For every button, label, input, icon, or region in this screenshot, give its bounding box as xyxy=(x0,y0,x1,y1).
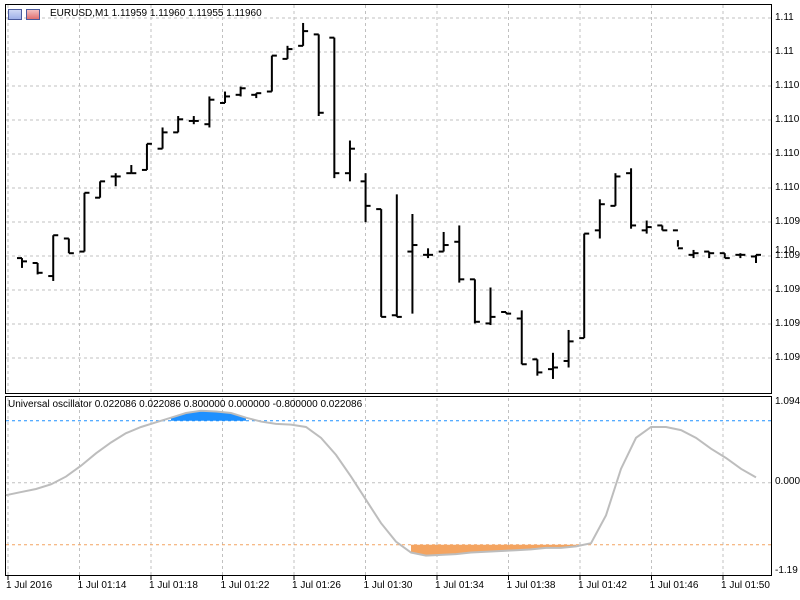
time-tick-label: 1 Jul 01:26 xyxy=(292,580,341,591)
ohlc-bar xyxy=(141,142,152,171)
oversold-fill xyxy=(411,544,576,556)
ohlc-bar xyxy=(220,91,231,104)
price-tick-label: 1.109 xyxy=(775,284,800,295)
symbol-header: EURUSD,M1 1.11959 1.11960 1.11955 1.1196… xyxy=(50,8,262,19)
ohlc-bar xyxy=(173,116,184,134)
ohlc-bar xyxy=(48,234,59,281)
ohlc-bar xyxy=(657,224,668,232)
time-tick-label: 1 Jul 01:30 xyxy=(363,580,413,591)
ohlc-bar xyxy=(251,92,262,99)
ohlc-bar xyxy=(610,173,621,207)
time-tick-label: 1 Jul 01:46 xyxy=(649,580,699,591)
ohlc-bar xyxy=(751,253,761,263)
ohlc-bar xyxy=(672,229,683,250)
ohlc-bar xyxy=(376,208,387,318)
ohlc-bar xyxy=(110,173,121,187)
time-tick-label: 1 Jul 01:18 xyxy=(149,580,198,591)
ohlc-bar xyxy=(63,237,74,255)
ohlc-bar xyxy=(688,249,699,259)
ohlc-bar xyxy=(298,22,309,47)
ohlc-bar xyxy=(423,248,434,259)
price-tick-label: 1.109 xyxy=(775,318,800,329)
ohlc-bar xyxy=(235,86,246,97)
ohlc-bar xyxy=(266,54,277,93)
oscillator-tick-label: 1.094 xyxy=(775,396,800,407)
ohlc-bar xyxy=(188,116,199,125)
time-tick-label: 1 Jul 01:22 xyxy=(220,580,270,591)
time-tick-label: 1 Jul 2016 xyxy=(6,580,53,591)
ohlc-bar xyxy=(360,173,371,223)
ohlc-bar xyxy=(501,310,512,315)
ohlc-bar xyxy=(95,180,106,199)
price-tick-label: 1.110 xyxy=(775,114,800,125)
time-tick-label: 1 Jul 01:38 xyxy=(506,580,556,591)
ohlc-bar xyxy=(594,199,605,239)
ohlc-bar xyxy=(469,278,480,324)
ohlc-bar xyxy=(563,329,574,368)
ohlc-bar xyxy=(344,140,355,182)
price-tick-label: 1.109 xyxy=(775,352,800,363)
time-tick-label: 1 Jul 01:42 xyxy=(578,580,627,591)
ohlc-bar xyxy=(579,232,590,340)
ohlc-bar xyxy=(485,287,496,326)
oscillator-tick-label: -1.19 xyxy=(775,565,798,576)
chart-canvas xyxy=(5,5,771,580)
ohlc-bar xyxy=(32,262,43,275)
ohlc-bar xyxy=(126,165,137,175)
ohlc-bar xyxy=(735,253,746,259)
ohlc-bar xyxy=(626,168,637,229)
close-icon[interactable] xyxy=(26,9,40,20)
ohlc-bar xyxy=(704,250,715,259)
table-icon[interactable] xyxy=(8,9,22,20)
price-tick-label: 1.11 xyxy=(775,46,794,57)
price-tick-label: 1.110 xyxy=(775,182,800,193)
price-tick-label: 1.11 xyxy=(775,12,794,23)
ohlc-bar xyxy=(454,225,465,283)
price-tick-label: 1.109 xyxy=(775,216,800,227)
ohlc-bar xyxy=(641,220,652,234)
ohlc-bar xyxy=(313,33,324,117)
ohlc-bar xyxy=(547,352,558,379)
time-tick-label: 1 Jul 01:14 xyxy=(77,580,127,591)
time-tick-label: 1 Jul 01:50 xyxy=(721,580,770,591)
oscillator-tick-label: 0.000 xyxy=(775,476,800,487)
time-tick-label: 1 Jul 01:34 xyxy=(435,580,484,591)
ohlc-bar xyxy=(391,194,402,318)
oscillator-header: Universal oscillator 0.022086 0.022086 0… xyxy=(8,399,363,410)
price-tick-label: 1.110 xyxy=(775,148,800,159)
ohlc-bar xyxy=(532,358,543,376)
ohlc-bar xyxy=(438,231,449,253)
price-tick-label: 1.110 xyxy=(775,80,800,91)
ohlc-bar xyxy=(329,36,340,179)
last-price-label: 1.10 xyxy=(775,245,795,256)
ohlc-bar xyxy=(157,127,168,150)
ohlc-bar xyxy=(516,310,527,366)
ohlc-bar xyxy=(17,257,27,268)
overbought-fill xyxy=(171,410,246,421)
ohlc-bar xyxy=(204,96,215,128)
ohlc-bar xyxy=(407,214,418,314)
